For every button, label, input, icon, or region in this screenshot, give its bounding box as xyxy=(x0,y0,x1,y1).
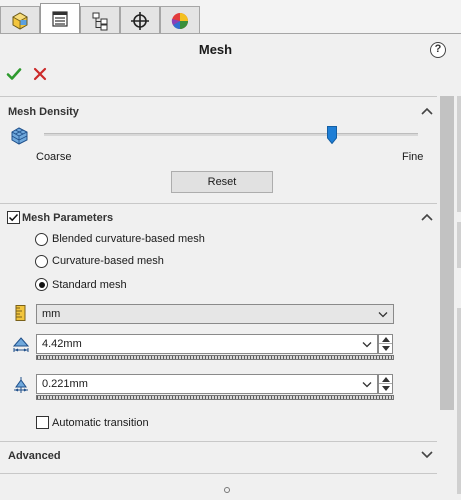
chevron-down-icon xyxy=(378,312,388,318)
display-manager-icon xyxy=(171,12,188,29)
automatic-transition-checkbox[interactable] xyxy=(36,416,49,429)
tab-strip xyxy=(0,0,461,34)
ok-check-icon[interactable] xyxy=(6,66,22,82)
cancel-x-icon[interactable] xyxy=(33,67,47,81)
mesh-parameters-checkbox[interactable] xyxy=(7,211,20,224)
divider xyxy=(0,441,437,442)
radio-label: Curvature-based mesh xyxy=(52,255,164,267)
tolerance-thumbwheel[interactable] xyxy=(36,395,394,400)
collapse-chevron-up-icon[interactable] xyxy=(421,107,433,115)
chevron-down-icon xyxy=(362,342,372,348)
mesh-parameters-title: Mesh Parameters xyxy=(22,212,114,224)
tolerance-input[interactable]: 0.221mm xyxy=(36,374,378,394)
tolerance-spinner[interactable] xyxy=(378,374,393,394)
global-size-thumbwheel[interactable] xyxy=(36,355,394,360)
automatic-transition-label: Automatic transition xyxy=(52,417,149,429)
pane-edge xyxy=(457,308,461,494)
divider xyxy=(0,96,437,97)
property-manager-icon xyxy=(52,11,68,27)
tab-propertymanager[interactable] xyxy=(40,3,80,34)
chevron-down-icon xyxy=(362,382,372,388)
divider xyxy=(0,203,437,204)
radio-blended-curvature[interactable] xyxy=(35,233,48,246)
global-size-input[interactable]: 4.42mm xyxy=(36,334,378,354)
tab-dimxpert[interactable] xyxy=(120,6,160,34)
global-size-value: 4.42mm xyxy=(42,338,82,350)
tolerance-icon xyxy=(14,377,28,393)
ruler-icon xyxy=(15,305,26,321)
divider xyxy=(0,473,437,474)
collapse-chevron-up-icon[interactable] xyxy=(421,213,433,221)
spin-up-icon[interactable] xyxy=(379,375,392,384)
pane-edge xyxy=(457,222,461,268)
page-title: Mesh xyxy=(198,42,233,57)
scrollbar-thumb[interactable] xyxy=(440,96,454,410)
unit-value: mm xyxy=(42,308,61,320)
tolerance-value: 0.221mm xyxy=(42,378,88,390)
radio-label: Blended curvature-based mesh xyxy=(52,233,205,245)
checkmark-icon xyxy=(8,213,19,222)
radio-curvature[interactable] xyxy=(35,255,48,268)
spin-down-icon[interactable] xyxy=(379,384,392,393)
dimxpert-icon xyxy=(131,11,149,30)
tab-configurationmanager[interactable] xyxy=(80,6,120,34)
tab-featuremanager[interactable] xyxy=(0,6,40,34)
reset-button[interactable]: Reset xyxy=(171,171,273,193)
fine-label: Fine xyxy=(402,151,424,163)
resize-handle-icon[interactable] xyxy=(224,487,230,493)
pane-edge xyxy=(457,96,461,212)
spin-down-icon[interactable] xyxy=(379,344,392,353)
configuration-manager-icon xyxy=(92,12,108,30)
radio-label: Standard mesh xyxy=(52,279,127,291)
tab-displaymanager[interactable] xyxy=(160,6,200,34)
mesh-density-slider-track[interactable] xyxy=(44,133,418,136)
radio-standard[interactable] xyxy=(35,278,48,291)
global-size-spinner[interactable] xyxy=(378,334,393,354)
mesh-density-slider-thumb[interactable] xyxy=(326,126,337,144)
spin-up-icon[interactable] xyxy=(379,335,392,344)
coarse-label: Coarse xyxy=(36,151,72,163)
part-icon xyxy=(12,11,28,30)
advanced-title[interactable]: Advanced xyxy=(8,450,61,462)
mesh-density-title: Mesh Density xyxy=(8,106,79,118)
tab-strip-border xyxy=(0,33,461,34)
help-icon[interactable]: ? xyxy=(430,42,446,58)
mesh-density-icon xyxy=(11,127,28,145)
global-size-icon xyxy=(13,337,29,352)
expand-chevron-down-icon[interactable] xyxy=(421,451,433,459)
unit-dropdown[interactable]: mm xyxy=(36,304,394,324)
